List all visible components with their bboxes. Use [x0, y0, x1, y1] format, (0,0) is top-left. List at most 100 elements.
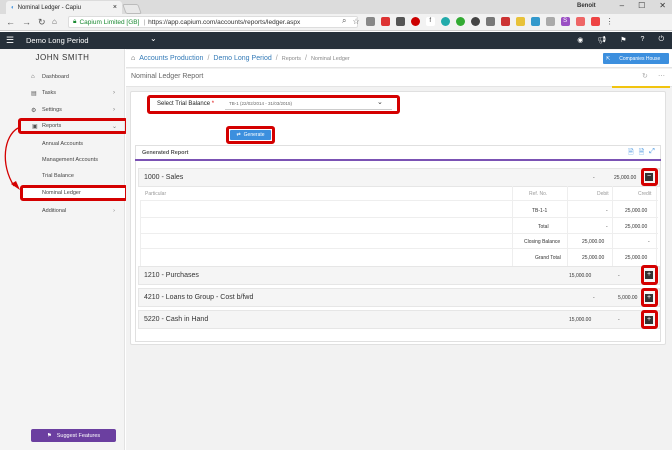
excel-icon[interactable]: 🗎: [628, 148, 634, 159]
sidebar-subitem-additional[interactable]: Additional ›: [0, 203, 125, 219]
period-selector[interactable]: Demo Long Period: [26, 36, 89, 45]
window-controls: Benoit – ☐ ✕: [577, 1, 666, 10]
progress-accent: [612, 86, 670, 88]
window-close-icon[interactable]: ✕: [659, 1, 666, 10]
table-cell: -: [606, 224, 608, 230]
suggest-features-button[interactable]: ⚑ Suggest Features: [31, 429, 116, 442]
lock-icon: 🔒︎: [73, 18, 77, 25]
expand-icon[interactable]: +: [645, 271, 653, 279]
breadcrumb: ⌂ Accounts Production / Demo Long Period…: [126, 50, 672, 68]
home-icon[interactable]: ⌂: [52, 17, 57, 26]
home-icon[interactable]: ⌂: [131, 55, 135, 62]
chevron-down-icon[interactable]: ⌄: [377, 98, 383, 106]
search-icon[interactable]: ⌕: [342, 16, 346, 26]
report-icon: ▣: [32, 123, 38, 130]
extension-icon[interactable]: S: [560, 16, 570, 26]
user-circle-icon[interactable]: ◉: [577, 36, 583, 44]
table-cell: TB-1-1: [532, 208, 548, 214]
table-cell: Closing Balance: [524, 239, 561, 245]
tab-title: Nominal Ledger - Capiu: [17, 4, 81, 11]
extension-icon[interactable]: [470, 16, 480, 26]
browser-tab[interactable]: ◐ Nominal Ledger - Capiu ×: [6, 1, 122, 14]
extension-icon[interactable]: [380, 16, 390, 26]
maximize-icon[interactable]: ☐: [638, 1, 645, 10]
reload-icon[interactable]: ↻: [38, 17, 46, 28]
tasks-icon: ▤: [31, 90, 37, 97]
chevron-right-icon: ›: [113, 90, 115, 96]
sidebar-item-reports[interactable]: ▣ Reports ⌄: [18, 118, 128, 134]
account-row-1000[interactable]: 1000 - Sales: [138, 168, 660, 187]
sidebar-item-dashboard[interactable]: ⌂ Dashboard: [0, 70, 125, 84]
help-icon[interactable]: ?: [641, 36, 645, 44]
extensions-bar: ⌕ ☆ f S ⋮: [342, 16, 614, 26]
report-actions: 🗎 🗎 ⤢: [628, 148, 655, 159]
annotation-arrow: [4, 127, 20, 190]
table-cell: -: [648, 239, 650, 245]
table-cell: Total: [538, 224, 549, 230]
extension-icon[interactable]: [485, 16, 495, 26]
back-icon[interactable]: ←: [6, 17, 15, 27]
table-cell: -: [606, 208, 608, 214]
chevron-right-icon: ›: [113, 208, 115, 214]
extension-icon[interactable]: [545, 16, 555, 26]
extension-icon[interactable]: [500, 16, 510, 26]
generate-button[interactable]: ⇄ Generate: [230, 130, 271, 140]
table-cell: 25,000.00: [625, 224, 648, 230]
chevron-right-icon: ›: [113, 107, 115, 113]
table-cell: Grand Total: [535, 255, 561, 261]
breadcrumb-demo-long-period[interactable]: Demo Long Period: [213, 55, 271, 62]
url-path: https://app.capium.com/accounts/reports/…: [148, 18, 301, 26]
opera-icon[interactable]: [410, 16, 420, 26]
sidebar-subitem-nominal-ledger[interactable]: Nominal Ledger: [20, 185, 128, 201]
refresh-icon[interactable]: ↻: [642, 72, 648, 80]
extension-icon[interactable]: [575, 16, 585, 26]
new-tab-button[interactable]: [122, 4, 142, 14]
url-field[interactable]: 🔒︎ Capium Limited [GB] | https://app.cap…: [68, 16, 358, 28]
sidebar-user-name: JOHN SMITH: [35, 53, 90, 62]
menu-icon[interactable]: ⋮: [606, 17, 614, 26]
chevron-down-icon: ⌄: [111, 123, 117, 130]
forward-icon[interactable]: →: [22, 17, 31, 27]
breadcrumb-reports[interactable]: Reports: [282, 56, 301, 62]
account-row-4210[interactable]: 4210 - Loans to Group - Cost b/fwd: [138, 288, 660, 307]
app-top-bar: [0, 32, 672, 49]
power-icon[interactable]: ⏻: [658, 36, 664, 44]
extension-icon[interactable]: [365, 16, 375, 26]
trial-balance-select[interactable]: TB-1 (22/02/2014 - 31/03/2015): [225, 98, 392, 110]
title-row: [126, 69, 672, 87]
more-icon[interactable]: ⋯: [658, 72, 665, 80]
col-particular: Particular: [145, 191, 167, 197]
sidebar-item-tasks[interactable]: ▤ Tasks ›: [0, 86, 125, 100]
expand-icon[interactable]: +: [645, 294, 653, 302]
companies-house-button[interactable]: ⇱ Companies House: [603, 53, 669, 64]
hamburger-icon[interactable]: ☰: [6, 35, 14, 46]
home-icon: ⌂: [31, 74, 35, 80]
extension-icon[interactable]: [395, 16, 405, 26]
extension-icon[interactable]: [455, 16, 465, 26]
gear-icon: ⚙: [31, 107, 37, 114]
extension-icon[interactable]: [530, 16, 540, 26]
minimize-icon[interactable]: –: [620, 1, 624, 10]
sidebar-item-settings[interactable]: ⚙ Settings ›: [0, 103, 125, 117]
expand-icon[interactable]: ⤢: [649, 148, 655, 159]
extension-icon[interactable]: [590, 16, 600, 26]
table-cell: 25,000.00: [625, 208, 648, 214]
tab-close-icon[interactable]: ×: [113, 4, 117, 11]
megaphone-icon[interactable]: 📢︎: [597, 36, 606, 44]
collapse-icon[interactable]: −: [645, 173, 653, 181]
star-icon[interactable]: ☆: [352, 17, 359, 26]
settings-icon[interactable]: ⚑: [620, 36, 626, 44]
chevron-down-icon[interactable]: ⌄: [150, 34, 157, 43]
breadcrumb-accounts-production[interactable]: Accounts Production: [139, 55, 203, 62]
pdf-icon[interactable]: 🗎: [639, 148, 645, 159]
extension-icon[interactable]: [440, 16, 450, 26]
col-credit: Credit: [638, 191, 652, 197]
browser-user[interactable]: Benoit: [577, 3, 596, 9]
generated-report-title: Generated Report: [142, 150, 189, 156]
fx-icon[interactable]: f: [425, 16, 435, 26]
table-cell: 25,000.00: [582, 255, 605, 261]
table-cell: 25,000.00: [625, 255, 648, 261]
breadcrumb-nominal-ledger: Nominal Ledger: [310, 55, 350, 62]
drive-icon[interactable]: [515, 16, 525, 26]
expand-icon[interactable]: +: [645, 316, 653, 324]
